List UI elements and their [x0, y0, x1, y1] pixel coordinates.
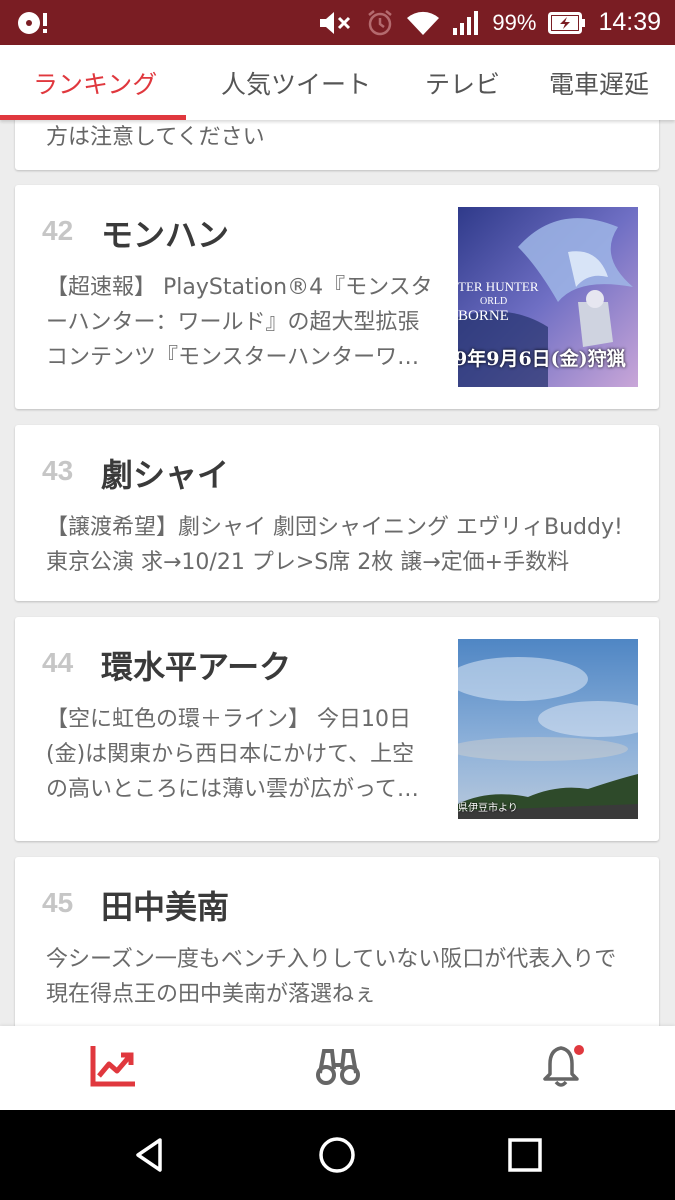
item-snippet: 今シーズン一度もベンチ入りしていない阪口が代表入りで現在得点王の田中美南が落選ね… — [46, 947, 617, 1007]
signal-icon — [452, 10, 480, 36]
item-thumbnail[interactable]: TER HUNTER ORLD BORNE 9年9月6日(金)狩猟 — [458, 207, 638, 387]
item-title: 田中美南 — [101, 888, 230, 926]
list-item[interactable]: 44 環水平アーク 【空に虹色の環＋ライン】 今日10日(金)は関東から西日本に… — [15, 617, 659, 841]
battery-charging-icon — [548, 11, 586, 35]
wifi-icon — [406, 10, 440, 36]
thumbnail-caption: 9年9月6日(金)狩猟 — [458, 348, 626, 370]
tab-popular-tweets[interactable]: 人気ツイート — [221, 45, 371, 120]
rank-number: 43 — [42, 455, 74, 486]
item-snippet: 【超速報】 PlayStation®4『モンスターハンター：ワールド』の超大型拡… — [46, 275, 433, 370]
bell-icon — [540, 1044, 586, 1092]
nav-ranking[interactable] — [0, 1026, 225, 1110]
nav-search[interactable] — [225, 1026, 450, 1110]
media-notification-icon — [16, 9, 50, 37]
list-item[interactable]: 42 モンハン 【超速報】 PlayStation®4『モンスターハンター：ワー… — [15, 185, 659, 409]
alarm-icon — [366, 9, 394, 37]
battery-percent: 99% — [492, 9, 537, 35]
item-snippet: 【空に虹色の環＋ライン】 今日10日(金)は関東から西日本にかけて、上空の高いと… — [46, 707, 419, 802]
thumbnail-overlay-text: ORLD — [480, 296, 508, 307]
mute-icon — [318, 10, 354, 36]
rank-number: 44 — [42, 647, 74, 678]
list-item[interactable]: 43 劇シャイ 【譲渡希望】劇シャイ 劇団シャイニング エヴリィBuddy! 東… — [15, 425, 659, 601]
bottom-navigation — [0, 1026, 675, 1110]
home-icon[interactable] — [314, 1132, 360, 1178]
item-title: モンハン — [101, 216, 230, 254]
list-item[interactable]: 45 田中美南 今シーズン一度もベンチ入りしていない阪口が代表入りで現在得点王の… — [15, 857, 659, 1026]
trending-chart-icon — [89, 1044, 137, 1092]
item-thumbnail[interactable]: 県伊豆市より — [458, 639, 638, 819]
item-title: 劇シャイ — [101, 456, 230, 494]
thumbnail-overlay-text: TER HUNTER — [458, 279, 539, 294]
rank-number: 45 — [42, 887, 74, 918]
tab-train-delays[interactable]: 電車遅延 — [549, 45, 649, 120]
recents-icon[interactable] — [502, 1132, 548, 1178]
status-bar: 99% 14:39 — [0, 0, 675, 45]
item-title: 環水平アーク — [101, 648, 292, 686]
binoculars-icon — [315, 1045, 361, 1091]
active-tab-indicator — [0, 115, 186, 120]
tab-tv[interactable]: テレビ — [425, 45, 500, 120]
thumbnail-caption: 県伊豆市より — [458, 803, 518, 814]
category-tab-bar: ランキング 人気ツイート テレビ 電車遅延 — [0, 45, 675, 120]
list-item[interactable]: 方は注意してください — [15, 120, 659, 170]
tab-ranking[interactable]: ランキング — [33, 45, 157, 120]
item-snippet: 【譲渡希望】劇シャイ 劇団シャイニング エヴリィBuddy! 東京公演 求→10… — [46, 515, 623, 575]
nav-notifications[interactable] — [450, 1026, 675, 1110]
item-snippet: 方は注意してください — [46, 125, 265, 150]
ranking-list[interactable]: 方は注意してください 42 モンハン 【超速報】 PlayStation®4『モ… — [0, 120, 675, 1026]
back-icon[interactable] — [127, 1132, 173, 1178]
clock: 14:39 — [598, 8, 661, 36]
thumbnail-overlay-text: BORNE — [458, 308, 509, 324]
rank-number: 42 — [42, 215, 74, 246]
system-navigation-bar — [0, 1110, 675, 1200]
